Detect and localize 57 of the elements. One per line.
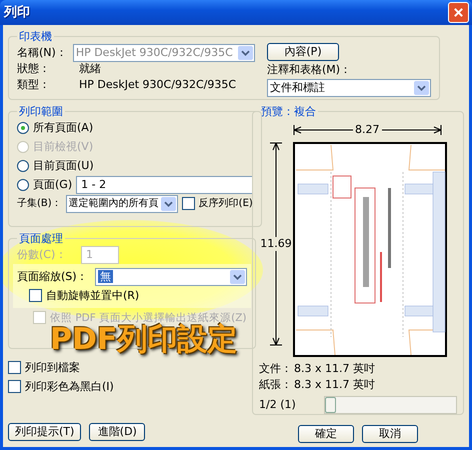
- checkbox[interactable]: [8, 380, 21, 393]
- checkbox-label: 列印到檔案: [25, 360, 80, 374]
- slider-thumb[interactable]: [324, 397, 336, 413]
- chevron-icon: [238, 46, 253, 60]
- page-slider[interactable]: [324, 396, 457, 414]
- chevron-icon: [414, 81, 429, 95]
- notes-dropdown[interactable]: 文件和標註: [267, 79, 431, 97]
- scaling-dropdown[interactable]: 無: [95, 268, 247, 286]
- properties-button[interactable]: 內容(P): [267, 43, 339, 61]
- field-label: 狀態：: [17, 62, 51, 76]
- close-icon: [453, 7, 464, 18]
- radio-button[interactable]: [17, 160, 29, 172]
- height-arrow-icon: [270, 251, 282, 346]
- checkbox[interactable]: [29, 289, 42, 302]
- option-label: 目前頁面(U): [33, 158, 94, 172]
- subset-dropdown[interactable]: 選定範圍內的所有頁: [66, 194, 178, 212]
- radio-button[interactable]: [17, 178, 29, 190]
- printer-dropdown[interactable]: HP DeskJet 930C/932C/935C: [72, 44, 255, 62]
- paper-size: 8.3 x 11.7 英吋: [294, 378, 376, 392]
- field-label: 文件：: [259, 362, 292, 376]
- group-title: 預覽：複合: [260, 105, 317, 118]
- group-title: 列印範圍: [18, 105, 64, 118]
- width-arrow-icon: [382, 125, 442, 135]
- radio-button[interactable]: [17, 122, 29, 134]
- option-label: 頁面(G): [33, 178, 72, 192]
- field-label: 類型：: [17, 78, 51, 92]
- field-label: 注釋和表格(M)：: [267, 63, 352, 77]
- field-label: 份數(C)：: [17, 248, 68, 262]
- type-value: HP DeskJet 930C/932C/935C: [79, 78, 236, 92]
- field-label: 頁面縮放(S)：: [17, 270, 89, 284]
- checkbox-label: 自動旋轉並置中(R): [46, 288, 140, 302]
- chevron-icon: [160, 196, 176, 210]
- checkbox[interactable]: [8, 361, 21, 374]
- width-arrow-icon: [293, 125, 353, 135]
- print-tips-button[interactable]: 列印提示(T): [8, 423, 82, 441]
- ok-button[interactable]: 確定: [298, 425, 354, 443]
- page-range-field[interactable]: 1 - 2: [76, 176, 253, 194]
- checkbox-label: 反序列印(E): [198, 196, 253, 210]
- field-label: 名稱(N)：: [17, 46, 67, 60]
- page-indicator: 1/2 (1): [259, 398, 296, 412]
- height-arrow-icon: [270, 142, 282, 237]
- checkbox-label: 列印彩色為黑白(I): [25, 380, 114, 394]
- field-label: 子集(B)：: [17, 196, 62, 210]
- group-title: 頁面處理: [18, 232, 64, 245]
- field-label: 紙張：: [259, 378, 292, 392]
- window-title: 列印: [4, 6, 30, 20]
- option-label: 所有頁面(A): [33, 120, 94, 134]
- chevron-icon: [230, 270, 245, 284]
- checkbox[interactable]: [182, 197, 195, 210]
- document-size: 8.3 x 11.7 英吋: [294, 362, 376, 376]
- close-button[interactable]: [448, 2, 469, 23]
- advanced-button[interactable]: 進階(D): [89, 423, 146, 441]
- status-value: 就緒: [79, 62, 101, 76]
- caption: PDF列印設定: [50, 323, 238, 357]
- cancel-button[interactable]: 取消: [362, 425, 418, 443]
- group-title: 印表機: [18, 30, 53, 43]
- option-label: 目前檢視(V): [33, 140, 94, 154]
